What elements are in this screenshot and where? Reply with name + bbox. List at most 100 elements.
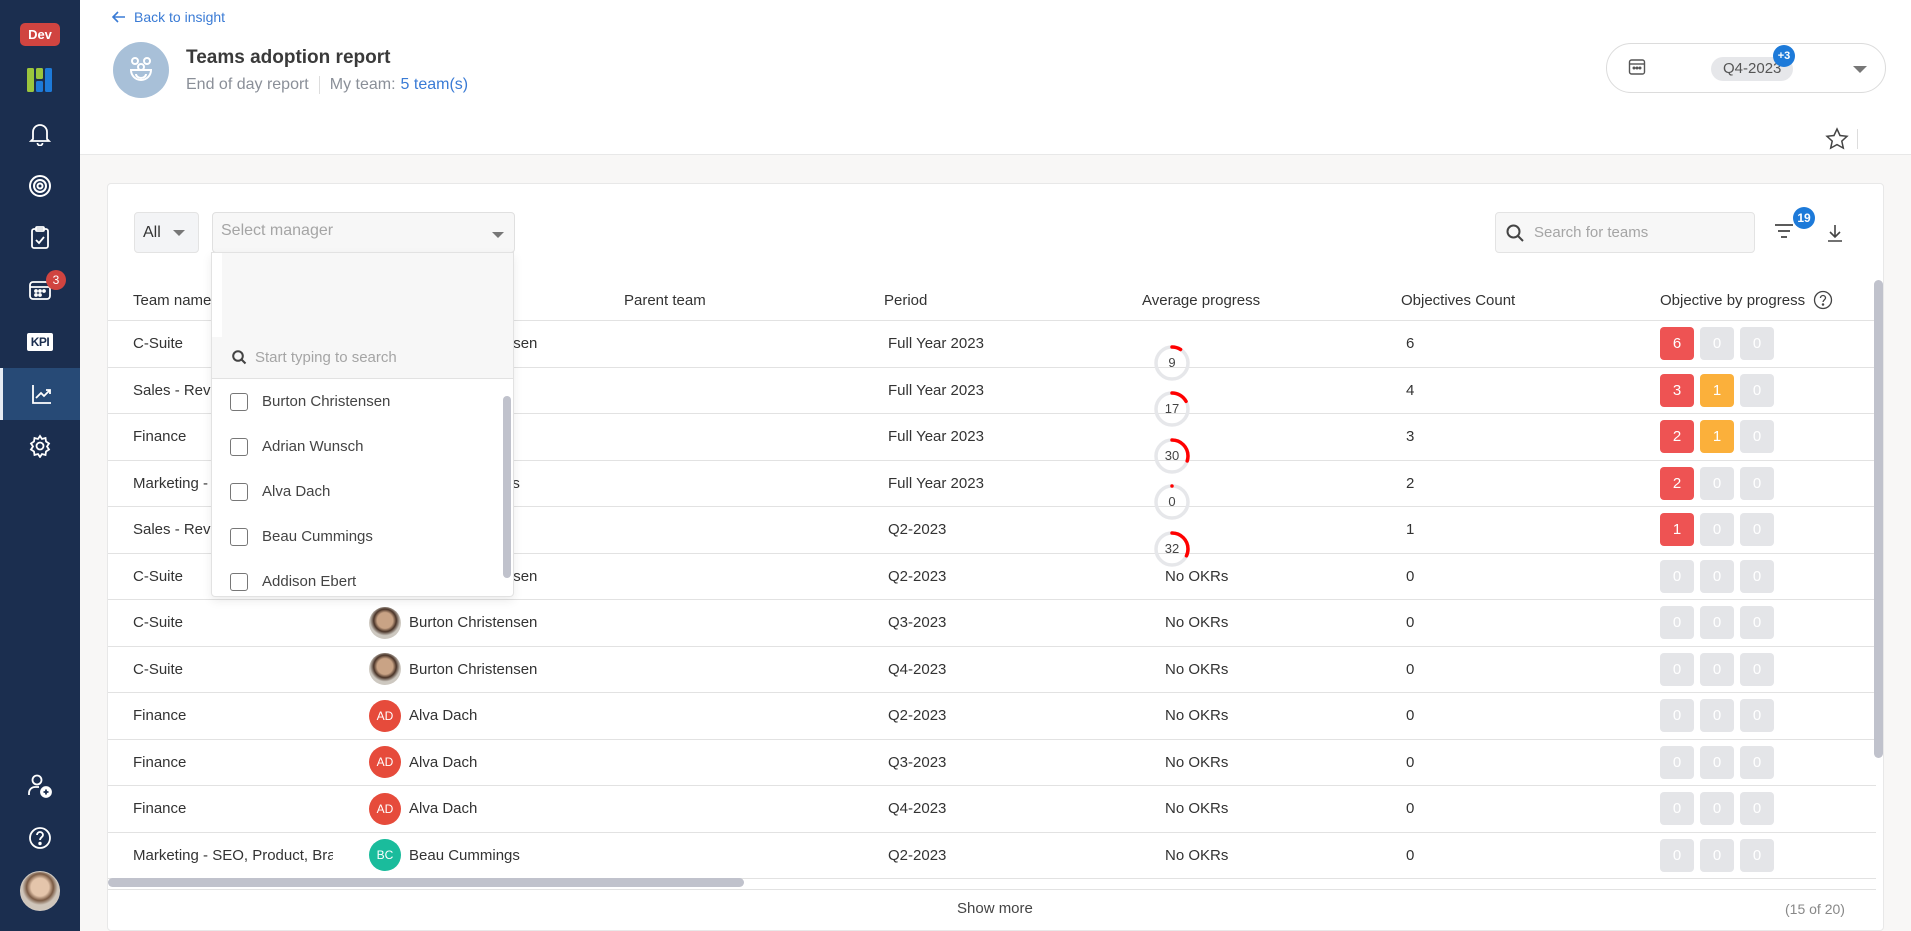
- on-track-pill[interactable]: 0: [1740, 513, 1774, 547]
- table-row[interactable]: Finance AD Alva Dach Q4-2023 No OKRs 0 0 0 0: [108, 786, 1876, 833]
- behind-pill[interactable]: 2: [1660, 466, 1694, 500]
- back-to-insight-link[interactable]: Back to insight: [112, 9, 225, 25]
- at-risk-pill[interactable]: 0: [1700, 327, 1734, 361]
- checkbox[interactable]: [230, 482, 248, 501]
- column-objective-by-progress[interactable]: Objective by progress: [1660, 290, 1833, 310]
- manager-option[interactable]: Beau Cummings: [212, 514, 502, 559]
- sidebar-item-profile[interactable]: [0, 865, 80, 917]
- sidebar-item-notifications[interactable]: [0, 108, 80, 160]
- on-track-pill[interactable]: 0: [1740, 559, 1774, 593]
- on-track-pill[interactable]: 0: [1740, 420, 1774, 454]
- checkbox[interactable]: [230, 572, 248, 591]
- column-period[interactable]: Period: [884, 292, 927, 309]
- page-title: Teams adoption report: [186, 47, 391, 68]
- sidebar-item-insights[interactable]: [0, 368, 80, 420]
- table-row[interactable]: Marketing - SEO, Product, Bra... BC Beau C…: [108, 833, 1876, 879]
- behind-pill[interactable]: 0: [1660, 699, 1694, 733]
- period-picker[interactable]: Q4-2023 +3: [1606, 43, 1886, 93]
- arrow-left-icon: [112, 11, 125, 23]
- manager-option[interactable]: Addison Ebert: [212, 559, 502, 596]
- my-team-link[interactable]: 5 team(s): [401, 76, 469, 94]
- sort-filter-icon[interactable]: [1774, 224, 1794, 238]
- behind-pill[interactable]: 0: [1660, 838, 1694, 872]
- sidebar-item-goals[interactable]: [0, 160, 80, 212]
- sidebar-item-invite-user[interactable]: [0, 760, 80, 812]
- at-risk-pill[interactable]: 0: [1700, 606, 1734, 640]
- at-risk-pill[interactable]: 0: [1700, 838, 1734, 872]
- behind-pill[interactable]: 3: [1660, 373, 1694, 407]
- table-row[interactable]: C-Suite Burton Christensen Q4-2023 No OKRs 0…: [108, 647, 1876, 693]
- column-parent-team[interactable]: Parent team: [624, 292, 706, 309]
- team-name-cell[interactable]: C-Suite: [133, 614, 333, 631]
- manager-search[interactable]: [212, 337, 513, 379]
- manager-name: Alva Dach: [409, 800, 478, 818]
- team-name-cell[interactable]: Marketing - SEO, Product, Bra...: [133, 847, 333, 864]
- on-track-pill[interactable]: 0: [1740, 745, 1774, 779]
- team-search-input[interactable]: [1534, 224, 1734, 241]
- sidebar-item-tasks[interactable]: [0, 212, 80, 264]
- behind-pill[interactable]: 0: [1660, 792, 1694, 826]
- team-search[interactable]: [1495, 212, 1755, 253]
- table-row[interactable]: Finance AD Alva Dach Q2-2023 No OKRs 0 0 0 0: [108, 693, 1876, 740]
- horizontal-scrollbar[interactable]: [108, 878, 744, 887]
- team-name-cell[interactable]: C-Suite: [133, 661, 333, 678]
- at-risk-pill[interactable]: 0: [1700, 559, 1734, 593]
- manager-search-input[interactable]: [255, 349, 495, 366]
- dropdown-scrollbar[interactable]: [503, 396, 511, 578]
- manager-option[interactable]: Adrian Wunsch: [212, 424, 502, 469]
- team-name-cell[interactable]: Finance: [133, 754, 333, 771]
- average-progress-cell: No OKRs: [1165, 800, 1229, 818]
- manager-select[interactable]: Select manager: [212, 212, 515, 253]
- on-track-pill[interactable]: 0: [1740, 792, 1774, 826]
- average-progress-cell: No OKRs: [1165, 846, 1229, 864]
- behind-pill[interactable]: 0: [1660, 745, 1694, 779]
- sidebar-item-meetings[interactable]: 3: [0, 264, 80, 316]
- target-icon: [29, 175, 51, 197]
- table-row[interactable]: C-Suite Burton Christensen Q3-2023 No OKRs 0…: [108, 600, 1876, 647]
- table-row[interactable]: Finance AD Alva Dach Q3-2023 No OKRs 0 0 0 0: [108, 740, 1876, 786]
- star-icon[interactable]: [1825, 127, 1849, 151]
- behind-pill[interactable]: 0: [1660, 559, 1694, 593]
- behind-pill[interactable]: 1: [1660, 513, 1694, 547]
- column-objectives-count[interactable]: Objectives Count: [1401, 292, 1515, 309]
- at-risk-pill[interactable]: 0: [1700, 513, 1734, 547]
- team-name-cell[interactable]: Finance: [133, 800, 333, 817]
- manager-name: Alva Dach: [409, 707, 478, 725]
- at-risk-pill[interactable]: 0: [1700, 466, 1734, 500]
- at-risk-pill[interactable]: 1: [1700, 373, 1734, 407]
- behind-pill[interactable]: 6: [1660, 327, 1694, 361]
- help-circle-icon[interactable]: [1813, 290, 1833, 310]
- manager-option[interactable]: Alva Dach: [212, 469, 502, 514]
- objectives-count-cell: 3: [1406, 428, 1415, 446]
- on-track-pill[interactable]: 0: [1740, 606, 1774, 640]
- behind-pill[interactable]: 0: [1660, 652, 1694, 686]
- team-name-cell[interactable]: Finance: [133, 707, 333, 724]
- on-track-pill[interactable]: 0: [1740, 699, 1774, 733]
- on-track-pill[interactable]: 0: [1740, 652, 1774, 686]
- sidebar-item-settings[interactable]: [0, 420, 80, 472]
- at-risk-pill[interactable]: 0: [1700, 652, 1734, 686]
- on-track-pill[interactable]: 0: [1740, 373, 1774, 407]
- team-type-select[interactable]: All: [134, 212, 199, 253]
- checkbox[interactable]: [230, 527, 248, 546]
- on-track-pill[interactable]: 0: [1740, 838, 1774, 872]
- column-average-progress[interactable]: Average progress: [1142, 292, 1260, 309]
- checkbox[interactable]: [230, 392, 248, 411]
- checkbox[interactable]: [230, 437, 248, 456]
- sidebar-item-home[interactable]: [0, 54, 80, 106]
- at-risk-pill[interactable]: 0: [1700, 792, 1734, 826]
- on-track-pill[interactable]: 0: [1740, 466, 1774, 500]
- at-risk-pill[interactable]: 0: [1700, 699, 1734, 733]
- sidebar-item-help[interactable]: [0, 812, 80, 864]
- vertical-scrollbar[interactable]: [1874, 280, 1883, 758]
- manager-option[interactable]: Burton Christensen: [212, 379, 502, 424]
- at-risk-pill[interactable]: 0: [1700, 745, 1734, 779]
- show-more-button[interactable]: Show more: [957, 900, 1033, 917]
- manager-options-list: Burton Christensen Adrian Wunsch Alva Dach…: [212, 379, 502, 596]
- sidebar-item-kpi[interactable]: KPI: [0, 316, 80, 368]
- at-risk-pill[interactable]: 1: [1700, 420, 1734, 454]
- download-icon[interactable]: [1827, 224, 1843, 242]
- behind-pill[interactable]: 0: [1660, 606, 1694, 640]
- on-track-pill[interactable]: 0: [1740, 327, 1774, 361]
- behind-pill[interactable]: 2: [1660, 420, 1694, 454]
